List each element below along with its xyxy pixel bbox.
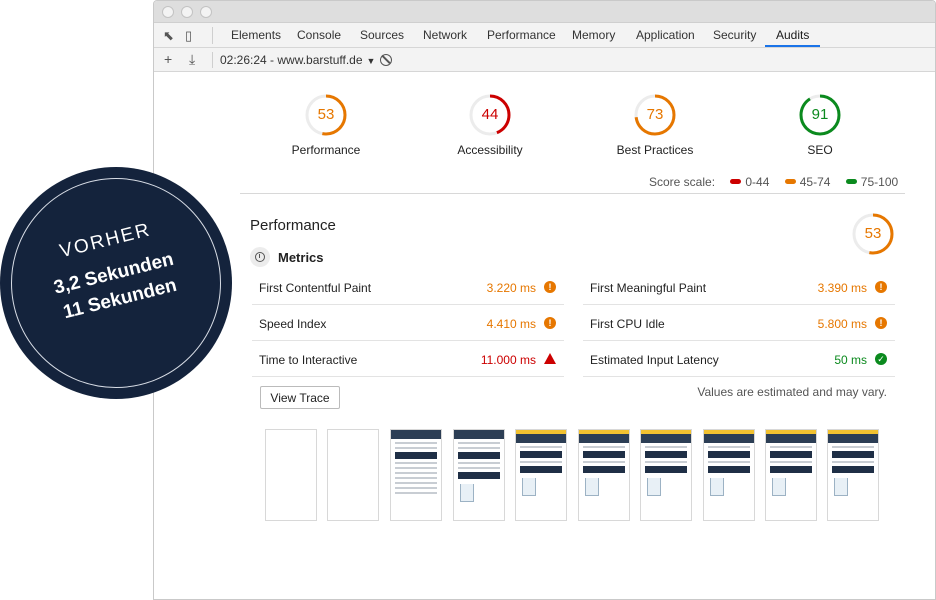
tab-security[interactable]: Security	[713, 28, 756, 42]
accessibility-score: 44	[481, 106, 499, 123]
metrics-title: Metrics	[278, 250, 324, 265]
metric-value: 11.000 ms	[480, 353, 536, 367]
devtools-window: ⬉ ▯ Elements Console Sources Network Per…	[153, 0, 936, 600]
tab-elements[interactable]: Elements	[231, 28, 281, 42]
metric-value: 50 ms	[834, 353, 867, 367]
filmstrip-frame	[515, 429, 567, 521]
report-selector[interactable]: 02:26:24 - www.barstuff.de ▼	[220, 53, 375, 67]
orange-range-swatch	[784, 179, 796, 185]
best-practices-gauge: 73	[633, 93, 677, 137]
filmstrip-frame	[327, 429, 379, 521]
minimize-window-button[interactable]	[181, 6, 193, 18]
performance-section-title: Performance	[250, 217, 336, 234]
category-best-practices[interactable]: 73 Best Practices	[585, 93, 725, 157]
tab-performance[interactable]: Performance	[487, 28, 556, 42]
info-icon: !	[875, 281, 887, 293]
tab-network[interactable]: Network	[423, 28, 467, 42]
view-trace-button[interactable]: View Trace	[260, 386, 340, 409]
audits-toolbar: + ⤓ 02:26:24 - www.barstuff.de ▼	[154, 48, 935, 72]
metric-value: 3.220 ms	[486, 281, 536, 295]
best-practices-label: Best Practices	[616, 143, 694, 157]
filmstrip-frame	[390, 429, 442, 521]
stopwatch-icon	[250, 247, 270, 267]
filmstrip-frame	[578, 429, 630, 521]
filmstrip-frame	[453, 429, 505, 521]
filmstrip-frame	[265, 429, 317, 521]
seo-score: 91	[811, 106, 829, 123]
inspect-element-icon[interactable]: ⬉	[163, 28, 174, 44]
metric-row: Speed Index 4.410 ms !	[252, 305, 564, 341]
metric-name: Time to Interactive	[259, 353, 358, 367]
performance-section-gauge: 53	[851, 212, 895, 256]
tab-console[interactable]: Console	[297, 28, 341, 42]
info-icon: !	[544, 317, 556, 329]
performance-section-score: 53	[864, 225, 882, 242]
best-practices-score: 73	[646, 106, 664, 123]
tab-sources[interactable]: Sources	[360, 28, 404, 42]
category-accessibility[interactable]: 44 Accessibility	[420, 93, 560, 157]
seo-label: SEO	[807, 143, 833, 157]
estimate-note: Values are estimated and may vary.	[697, 385, 887, 399]
before-badge: VORHER 3,2 Sekunden 11 Sekunden	[0, 167, 232, 399]
metric-name: First CPU Idle	[590, 317, 665, 331]
close-window-button[interactable]	[162, 6, 174, 18]
performance-label: Performance	[291, 143, 361, 157]
tab-application[interactable]: Application	[636, 28, 695, 42]
tab-audits[interactable]: Audits	[776, 28, 809, 42]
performance-score: 53	[317, 106, 335, 123]
metric-row: Time to Interactive 11.000 ms	[252, 341, 564, 377]
category-seo[interactable]: 91 SEO	[750, 93, 890, 157]
red-range-swatch	[730, 179, 742, 185]
range-low: 0-44	[745, 175, 770, 189]
info-icon: !	[544, 281, 556, 293]
accessibility-label: Accessibility	[457, 143, 523, 157]
chevron-down-icon: ▼	[366, 56, 376, 66]
warning-triangle-icon	[544, 353, 556, 364]
tab-memory[interactable]: Memory	[572, 28, 615, 42]
report-selector-label: 02:26:24 - www.barstuff.de	[220, 53, 363, 67]
filmstrip-frame	[827, 429, 879, 521]
range-high: 75-100	[860, 175, 899, 189]
category-performance[interactable]: 53 Performance	[256, 93, 396, 157]
metric-name: First Meaningful Paint	[590, 281, 707, 295]
filmstrip-frame	[703, 429, 755, 521]
metric-name: Speed Index	[259, 317, 327, 331]
score-scale-label: Score scale:	[649, 175, 716, 189]
section-divider	[240, 193, 905, 194]
metric-row: First Meaningful Paint 3.390 ms !	[583, 269, 895, 305]
filmstrip-frame	[765, 429, 817, 521]
metric-value: 5.800 ms	[817, 317, 867, 331]
info-icon: !	[875, 317, 887, 329]
filmstrip-frame	[640, 429, 692, 521]
clear-icon[interactable]	[380, 54, 392, 66]
seo-gauge: 91	[798, 93, 842, 137]
metric-name: Estimated Input Latency	[590, 353, 719, 367]
devtools-tabbar: ⬉ ▯ Elements Console Sources Network Per…	[154, 23, 935, 48]
metric-value: 3.390 ms	[817, 281, 867, 295]
download-icon[interactable]: ⤓	[189, 51, 195, 68]
metric-row: First Contentful Paint 3.220 ms !	[252, 269, 564, 305]
toolbar-divider	[212, 27, 213, 44]
title-bar	[154, 1, 935, 23]
metric-row: Estimated Input Latency 50 ms ✓	[583, 341, 895, 377]
maximize-window-button[interactable]	[200, 6, 212, 18]
green-range-swatch	[845, 179, 857, 185]
check-icon: ✓	[875, 353, 887, 365]
metric-value: 4.410 ms	[486, 317, 536, 331]
score-scale-legend: Score scale: 0-44 45-74 75-100	[649, 175, 898, 189]
device-toolbar-icon[interactable]: ▯	[185, 28, 192, 44]
add-icon[interactable]: +	[164, 51, 172, 67]
accessibility-gauge: 44	[468, 93, 512, 137]
metric-row: First CPU Idle 5.800 ms !	[583, 305, 895, 341]
active-tab-indicator	[765, 45, 820, 47]
metric-name: First Contentful Paint	[259, 281, 372, 295]
range-mid: 45-74	[799, 175, 831, 189]
toolbar-divider	[212, 52, 213, 68]
performance-gauge: 53	[304, 93, 348, 137]
